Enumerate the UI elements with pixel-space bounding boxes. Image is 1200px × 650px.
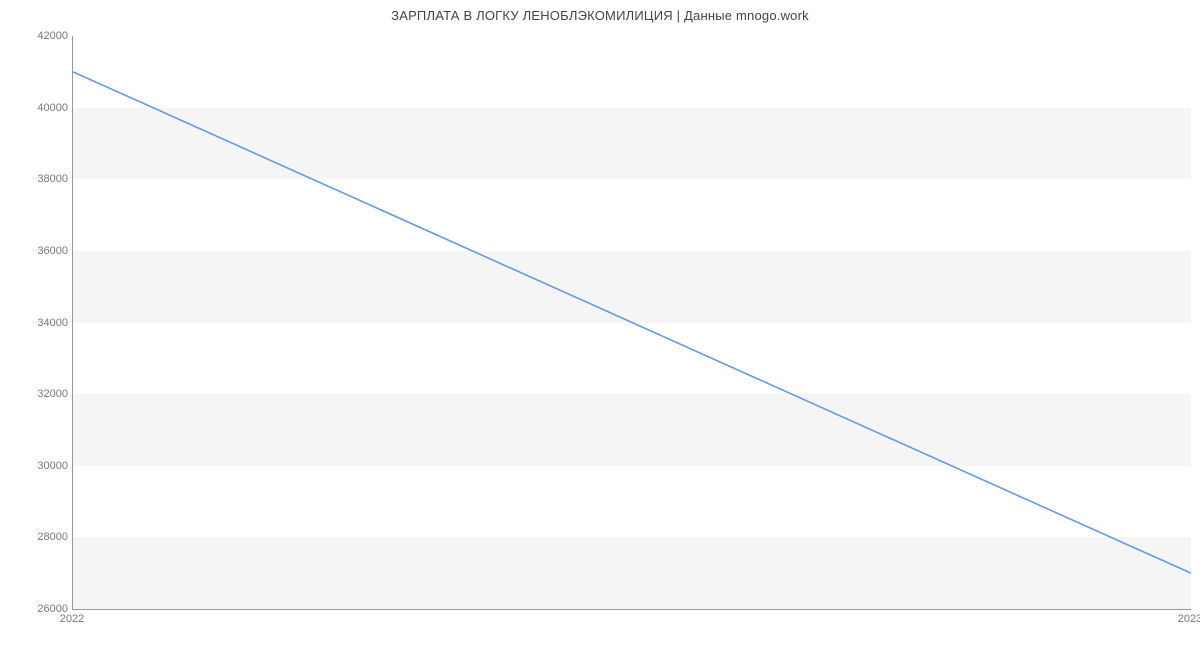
y-tick-label: 40000 <box>37 102 68 114</box>
y-tick-label: 38000 <box>37 173 68 185</box>
y-tick-label: 28000 <box>37 531 68 543</box>
x-tick-label: 2022 <box>60 613 84 625</box>
chart-title: ЗАРПЛАТА В ЛОГКУ ЛЕНОБЛЭКОМИЛИЦИЯ | Данн… <box>0 8 1200 23</box>
y-tick-label: 42000 <box>37 30 68 42</box>
plot-area <box>72 36 1191 610</box>
y-tick-label: 32000 <box>37 388 68 400</box>
y-tick-label: 34000 <box>37 317 68 329</box>
series-line <box>73 72 1191 573</box>
y-tick-label: 30000 <box>37 460 68 472</box>
y-tick-label: 36000 <box>37 245 68 257</box>
line-layer <box>73 36 1191 609</box>
chart-container: ЗАРПЛАТА В ЛОГКУ ЛЕНОБЛЭКОМИЛИЦИЯ | Данн… <box>0 0 1200 650</box>
x-tick-label: 2023 <box>1178 613 1200 625</box>
